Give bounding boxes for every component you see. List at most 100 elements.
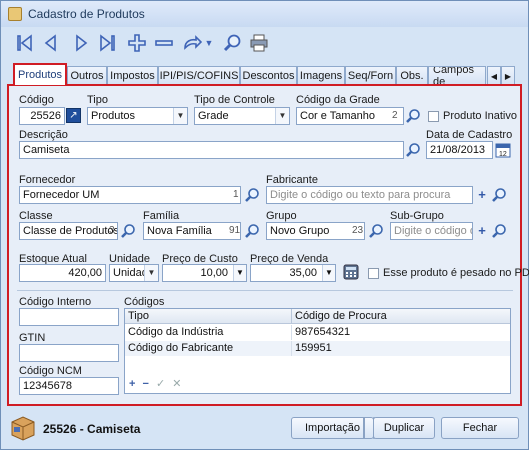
descricao-search-button[interactable] [405, 142, 421, 158]
prev-record-button[interactable] [39, 31, 63, 55]
fornecedor-field[interactable]: Fornecedor UM [19, 186, 241, 204]
search-button[interactable] [220, 31, 244, 55]
last-record-button[interactable] [95, 31, 119, 55]
calendar-icon: 12 [495, 143, 511, 158]
tab-imagens[interactable]: Imagens [297, 66, 345, 85]
section-divider [17, 290, 513, 291]
chevron-down-icon: ▼ [236, 268, 244, 277]
remove-record-button[interactable] [152, 31, 176, 55]
sub-grupo-field[interactable]: Digite o código ou te [390, 222, 473, 240]
search-icon [245, 224, 259, 238]
sub-grupo-label: Sub-Grupo [390, 210, 444, 222]
tab-scroll-left-button[interactable]: ◀ [487, 66, 501, 85]
window-title: Cadastro de Produtos [28, 7, 145, 21]
next-icon [76, 34, 88, 52]
familia-field[interactable]: Nova Família [143, 222, 241, 240]
codigo-grade-label: Código da Grade [296, 94, 380, 106]
footer-separator: - [76, 422, 88, 436]
preco-custo-dropdown[interactable]: ▼ [233, 265, 246, 281]
gtin-field[interactable] [19, 344, 119, 362]
redo-dropdown-button[interactable]: ▼ [203, 31, 215, 55]
calculator-button[interactable] [343, 264, 359, 280]
importacao-button[interactable]: Importação [291, 417, 374, 439]
tab-seq-forn[interactable]: Seq/Forn [345, 66, 396, 85]
fabricante-field[interactable]: Digite o código ou texto para procura [266, 186, 473, 204]
grid-add-icon[interactable]: + [129, 378, 135, 390]
classe-search-button[interactable] [120, 223, 136, 239]
codigo-interno-field[interactable] [19, 308, 119, 326]
grupo-search-button[interactable] [368, 223, 384, 239]
codigo-field[interactable]: 25526 [19, 107, 65, 125]
add-icon [128, 34, 146, 52]
redo-button[interactable] [180, 31, 204, 55]
chevron-right-icon: ▶ [504, 71, 512, 81]
tipo-controle-select[interactable]: Grade ▼ [194, 107, 290, 125]
grid-header-tipo[interactable]: Tipo [125, 309, 292, 324]
preco-venda-dropdown[interactable]: ▼ [322, 265, 335, 281]
grid-remove-icon[interactable]: − [143, 378, 149, 390]
plus-icon: + [478, 187, 486, 202]
tab-bar: Produtos Outros Impostos IPI/PIS/COFINS … [7, 63, 521, 85]
next-record-button[interactable] [69, 31, 93, 55]
print-button[interactable] [247, 31, 271, 55]
tipo-controle-label: Tipo de Controle [194, 94, 275, 106]
unidade-select[interactable]: Unidade ▼ [109, 264, 159, 282]
search-icon [369, 224, 383, 238]
fabricante-search-button[interactable] [491, 187, 507, 203]
classe-field[interactable]: Classe de Produtos [19, 222, 118, 240]
grid-confirm-icon[interactable]: ✓ [156, 378, 165, 390]
grid-cancel-icon[interactable]: ✕ [172, 378, 181, 390]
gtin-label: GTIN [19, 332, 46, 344]
codigos-label: Códigos [124, 296, 165, 308]
grid-nav-bar: + − ✓ ✕ [129, 377, 182, 393]
grid-cell-codigo: 987654321 [295, 326, 351, 338]
fornecedor-search-button[interactable] [244, 187, 260, 203]
grid-header-codigo-procura[interactable]: Código de Procura [292, 309, 510, 324]
add-record-button[interactable] [125, 31, 149, 55]
familia-search-button[interactable] [244, 223, 260, 239]
codigo-ncm-field[interactable]: 12345678 [19, 377, 119, 395]
spacer [363, 417, 365, 439]
pesado-pdv-checkbox[interactable] [368, 268, 379, 279]
grupo-field[interactable]: Novo Grupo [266, 222, 365, 240]
footer-product-title: 25526 - Camiseta [43, 422, 140, 436]
tab-campos[interactable]: Campos de [428, 66, 486, 85]
data-cadastro-field[interactable]: 21/08/2013 [426, 141, 493, 159]
tipo-label: Tipo [87, 94, 108, 106]
tab-outros[interactable]: Outros [67, 66, 107, 85]
footer-product-code: 25526 [43, 422, 77, 436]
svg-text:12: 12 [499, 151, 507, 158]
first-icon [17, 34, 32, 52]
tab-impostos[interactable]: Impostos [107, 66, 158, 85]
duplicar-button[interactable]: Duplicar [373, 417, 435, 439]
codigo-grade-search-button[interactable] [405, 108, 421, 124]
sub-grupo-search-button[interactable] [491, 223, 507, 239]
descricao-field[interactable]: Camiseta [19, 141, 404, 159]
calendar-button[interactable]: 12 [495, 142, 511, 158]
first-record-button[interactable] [13, 31, 37, 55]
tab-obs[interactable]: Obs. [396, 66, 428, 85]
produto-inativo-label: Produto Inativo [443, 110, 517, 122]
produto-inativo-checkbox[interactable] [428, 111, 439, 122]
tab-produtos[interactable]: Produtos [13, 63, 67, 85]
tipo-select[interactable]: Produtos ▼ [87, 107, 188, 125]
arrow-up-right-icon: ↗ [69, 110, 78, 121]
sub-grupo-add-button[interactable]: + [475, 223, 489, 239]
codigo-label: Código [19, 94, 54, 106]
tipo-controle-value: Grade [198, 110, 229, 122]
produtos-panel: Código 25526 ↗ Tipo Produtos ▼ Tipo de Co… [7, 84, 529, 406]
familia-id: 91 [229, 225, 241, 236]
chevron-down-icon: ▼ [173, 108, 187, 124]
tipo-value: Produtos [91, 110, 136, 122]
fabricante-add-button[interactable]: + [475, 187, 489, 203]
tab-scroll-right-button[interactable]: ▶ [501, 66, 515, 85]
search-icon [223, 34, 241, 52]
plus-icon: + [478, 223, 486, 238]
codigo-grade-field[interactable]: Cor e Tamanho [296, 107, 404, 125]
open-link-button[interactable]: ↗ [66, 108, 81, 123]
tab-descontos[interactable]: Descontos [240, 66, 297, 85]
tab-ipi-pis-cofins[interactable]: IPI/PIS/COFINS [158, 66, 240, 85]
classe-id: 3 [109, 225, 115, 236]
estoque-atual-field[interactable]: 420,00 [19, 264, 106, 282]
fechar-button[interactable]: Fechar [441, 417, 519, 439]
